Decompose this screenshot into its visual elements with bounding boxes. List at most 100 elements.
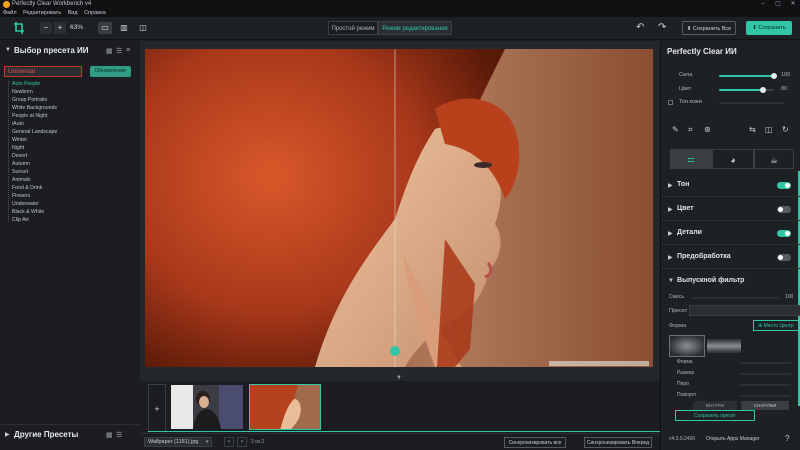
tone-toggle[interactable]: [777, 182, 791, 189]
save-preset-button[interactable]: Сохранить пресет: [675, 410, 755, 421]
grid-view-icon[interactable]: ▦: [106, 431, 113, 439]
save-all-button[interactable]: ⬇ Сохранить Все: [682, 21, 736, 35]
other-presets-title[interactable]: Другие Пресеты: [14, 430, 78, 439]
preset-item[interactable]: Flowers: [12, 193, 30, 199]
ai-panel-title: Perfectly Clear ИИ: [667, 47, 737, 56]
color-tab-icon[interactable]: ◕: [712, 149, 754, 169]
split-view-icon[interactable]: ◫: [136, 22, 150, 34]
list-view-icon[interactable]: ☰: [116, 431, 122, 439]
update-presets-button[interactable]: Обновление: [90, 66, 131, 77]
menu-file[interactable]: Файл: [3, 10, 17, 16]
feather-label: Перо: [677, 381, 689, 387]
collapse-arrow-icon[interactable]: ▼: [668, 278, 674, 284]
retouch-icon[interactable]: ⊛: [704, 125, 711, 134]
menu-bar: Файл Редактировать Вид Справка: [0, 9, 800, 17]
preset-item[interactable]: Newborn: [12, 89, 33, 95]
place-center-button[interactable]: ⊕ Место Центр: [753, 320, 800, 331]
save-button[interactable]: ⬇ Сохранить: [746, 21, 792, 35]
section-color[interactable]: ▶ Цвет: [661, 198, 800, 221]
preset-item[interactable]: Food & Drink: [12, 185, 42, 191]
edit-icon[interactable]: ✎: [672, 125, 679, 134]
zoom-out-button[interactable]: −: [40, 22, 52, 34]
size-slider[interactable]: [739, 373, 791, 375]
close-icon[interactable]: ✕: [786, 0, 800, 9]
section-tone[interactable]: ▶ Тон: [661, 174, 800, 197]
edit-mode-tab[interactable]: Режим редактирования: [378, 21, 452, 35]
preset-item[interactable]: Night: [12, 145, 24, 151]
shape-linear-option[interactable]: [707, 339, 741, 353]
effects-tab-icon[interactable]: ☕: [754, 149, 794, 169]
mix-slider-track[interactable]: [691, 297, 779, 299]
thumbnail-2-selected[interactable]: [249, 384, 321, 430]
preset-item[interactable]: People at Night: [12, 113, 47, 119]
rotate-icon[interactable]: ↻: [782, 125, 789, 134]
adjustments-tab-icon[interactable]: ⚌: [670, 149, 712, 169]
color-toggle[interactable]: [777, 206, 791, 213]
color-slider-knob[interactable]: [760, 87, 766, 93]
redo-icon[interactable]: ↷: [658, 22, 666, 33]
preset-item[interactable]: Autumn: [12, 161, 30, 167]
preset-item[interactable]: Underwater: [12, 201, 39, 207]
flip-vertical-icon[interactable]: ◫: [765, 125, 773, 134]
add-image-button[interactable]: +: [148, 384, 166, 432]
shape-label: Форма: [669, 323, 687, 329]
undo-icon[interactable]: ↶: [636, 22, 644, 33]
preset-group-dropdown[interactable]: Universal: [4, 66, 82, 77]
rotation-slider[interactable]: [739, 395, 791, 397]
file-select-dropdown[interactable]: Wallpaper (1181).jpg ▾: [144, 437, 212, 447]
filter-preset-dropdown[interactable]: [689, 305, 800, 316]
preset-item[interactable]: iAuto: [12, 121, 24, 127]
help-icon[interactable]: ?: [785, 434, 789, 443]
preset-item[interactable]: Clip Art: [12, 217, 29, 223]
sync-forward-button[interactable]: Синхронизировать Вперед: [584, 437, 652, 448]
photo-canvas[interactable]: [145, 49, 653, 367]
strength-label: Сила: [679, 72, 693, 78]
strength-slider-knob[interactable]: [771, 73, 777, 79]
menu-view[interactable]: Вид: [68, 10, 78, 16]
menu-icon[interactable]: ≡: [126, 47, 130, 54]
single-view-icon[interactable]: ▭: [98, 22, 112, 34]
section-preprocessing[interactable]: ▶ Предобработка: [661, 246, 800, 269]
preset-item[interactable]: Animals: [12, 177, 30, 183]
shape-slider[interactable]: [739, 362, 791, 364]
split-handle-icon: [390, 346, 400, 356]
status-bar: Wallpaper (1181).jpg ▾ ‹ › 2 из 2 Синхро…: [140, 433, 660, 450]
preset-item[interactable]: General Landscape: [12, 129, 57, 135]
expand-arrow-icon[interactable]: ▶: [5, 431, 10, 438]
preset-item[interactable]: White Backgrounds: [12, 105, 57, 111]
crop-icon[interactable]: ⌗: [688, 125, 693, 135]
preset-item[interactable]: Desert: [12, 153, 27, 159]
minimize-icon[interactable]: –: [756, 0, 770, 9]
skin-tone-slider-track[interactable]: [719, 102, 784, 104]
next-image-button[interactable]: ›: [237, 437, 247, 447]
preset-item[interactable]: Winter: [12, 137, 27, 143]
shape-radial-option[interactable]: [669, 335, 705, 357]
page-indicator: 2 из 2: [251, 439, 265, 445]
feather-slider[interactable]: [739, 384, 791, 386]
crop-tool-icon[interactable]: [13, 21, 25, 35]
preset-item[interactable]: Group Portraits: [12, 97, 47, 103]
mode-inside-button[interactable]: ВНУТРИ: [693, 401, 737, 410]
prev-image-button[interactable]: ‹: [224, 437, 234, 447]
menu-help[interactable]: Справка: [84, 10, 106, 16]
collapse-arrow-icon[interactable]: ▼: [5, 47, 11, 53]
preset-item[interactable]: Sunset: [12, 169, 28, 175]
preprocessing-toggle[interactable]: [777, 254, 791, 261]
compare-view-icon[interactable]: ▥: [117, 22, 131, 34]
section-details[interactable]: ▶ Детали: [661, 222, 800, 245]
sync-all-button[interactable]: Синхронизировать все: [504, 437, 566, 448]
skin-tone-checkbox[interactable]: [668, 100, 673, 105]
simple-mode-tab[interactable]: Простой режим: [328, 21, 378, 35]
list-view-icon[interactable]: ☰: [116, 47, 122, 55]
menu-edit[interactable]: Редактировать: [23, 10, 61, 16]
preset-item[interactable]: Auto People: [12, 81, 40, 87]
zoom-in-button[interactable]: +: [54, 22, 66, 34]
apps-manager-link[interactable]: Открыть Apps Manager: [706, 436, 760, 442]
preset-item[interactable]: Black & White: [12, 209, 44, 215]
grid-view-icon[interactable]: ▦: [106, 47, 113, 55]
thumbnail-1[interactable]: [171, 385, 243, 429]
mode-outside-button[interactable]: СНАРУЖИ: [741, 401, 789, 410]
details-toggle[interactable]: [777, 230, 791, 237]
maximize-icon[interactable]: ▢: [771, 0, 785, 9]
flip-horizontal-icon[interactable]: ⇆: [749, 125, 756, 134]
